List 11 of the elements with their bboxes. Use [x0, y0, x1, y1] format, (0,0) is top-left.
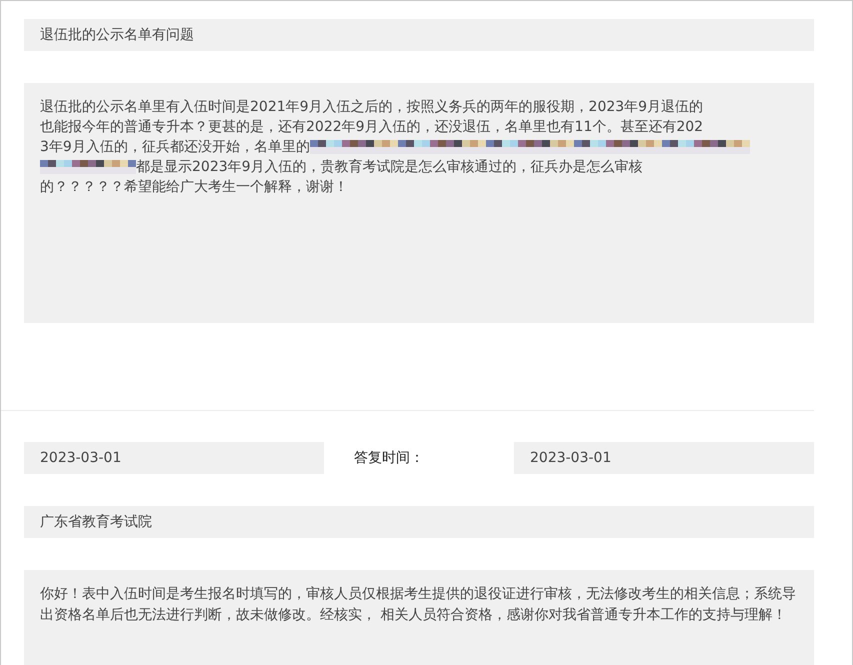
reply-time-label: 答复时间：: [353, 449, 425, 467]
question-text: 也能报今年的普通专升本？更甚的是，还有2022年9月入伍的，还没退伍，名单里也有11个。甚至还有202: [40, 118, 704, 137]
question-text: 都是显示2023年9月入伍的，贵教育考试院是怎么审核通过的，征兵办是怎么审核: [136, 158, 643, 177]
responder-name: 广东省教育考试院: [24, 506, 814, 538]
question-text: 退伍批的公示名单里有入伍时间是2021年9月入伍之后的，按照义务兵的两年的服役期，2023年9月退伍的: [40, 98, 704, 117]
answer-text: 你好！表中入伍时间是考生报名时填写的，审核人员仅根据考生提供的退役证进行审核，无法修改考生的相关信息；系统导出资格名单后也无法进行判断，故未做修改。经核实， 相关人员符合资格，感谢你对我省普通专升本工作的支持与理解！: [24, 570, 814, 665]
question-text: 的？？？？？希望能给广大考生一个解释，谢谢！: [40, 178, 348, 197]
question-text: 3年9月入伍的，征兵都还没开始，名单里的: [40, 138, 310, 157]
question-title: 退伍批的公示名单有问题: [24, 19, 814, 51]
reply-date: 2023-03-01: [514, 442, 814, 474]
question-date: 2023-03-01: [24, 442, 324, 474]
